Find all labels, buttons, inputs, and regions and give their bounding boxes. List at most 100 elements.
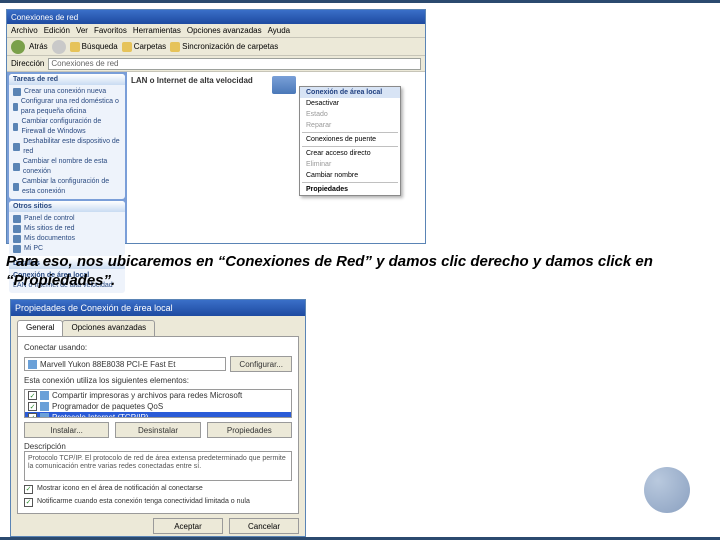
checkbox-icon[interactable]: ✓: [28, 402, 37, 411]
menu-item[interactable]: Herramientas: [133, 26, 181, 35]
decorative-circle: [644, 467, 690, 513]
side-other-label: Panel de control: [24, 214, 75, 224]
context-menu: Conexión de área local Desactivar Estado…: [299, 86, 401, 196]
task-icon: [13, 143, 20, 151]
forward-icon[interactable]: [52, 40, 66, 54]
side-task[interactable]: Deshabilitar este dispositivo de red: [13, 137, 121, 157]
address-field[interactable]: Conexiones de red: [48, 58, 421, 70]
adapter-icon: [28, 360, 37, 369]
side-other-item[interactable]: Mis documentos: [13, 234, 121, 244]
menu-item[interactable]: Archivo: [11, 26, 38, 35]
task-icon: [13, 183, 19, 191]
task-icon: [13, 163, 20, 171]
description-box: Protocolo TCP/IP. El protocolo de red de…: [24, 451, 292, 481]
connect-using-label: Conectar usando:: [24, 343, 292, 352]
address-bar: Dirección Conexiones de red: [7, 56, 425, 72]
instruction-text: Para eso, nos ubicaremos en “Conexiones …: [6, 253, 714, 291]
side-task[interactable]: Crear una conexión nueva: [13, 87, 121, 97]
side-task-label: Cambiar la configuración de esta conexió…: [22, 177, 121, 197]
win1-titlebar: Conexiones de red: [7, 10, 425, 24]
side-task[interactable]: Configurar una red doméstica o para pequ…: [13, 97, 121, 117]
back-icon[interactable]: [11, 40, 25, 54]
address-label: Dirección: [11, 59, 44, 68]
menu-item[interactable]: Ayuda: [268, 26, 291, 35]
folder-icon: [122, 42, 132, 52]
component-icon: [40, 413, 49, 418]
win1-menubar: Archivo Edición Ver Favoritos Herramient…: [7, 24, 425, 38]
ctx-properties[interactable]: Propiedades: [300, 184, 400, 195]
tab-general[interactable]: General: [17, 320, 63, 336]
side-other-item[interactable]: Panel de control: [13, 214, 121, 224]
place-icon: [13, 245, 21, 253]
ctx-separator: [302, 132, 398, 133]
side-task[interactable]: Cambiar la configuración de esta conexió…: [13, 177, 121, 197]
ctx-item[interactable]: Crear acceso directo: [300, 148, 400, 159]
address-value: Conexiones de red: [51, 59, 118, 68]
component-icon: [40, 391, 49, 400]
ctx-item[interactable]: Desactivar: [300, 98, 400, 109]
checkbox-icon[interactable]: ✓: [28, 391, 37, 400]
checkbox-icon[interactable]: ✓: [28, 413, 37, 418]
win1-content: LAN o Internet de alta velocidad Conexió…: [127, 72, 425, 243]
ctx-item[interactable]: Cambiar nombre: [300, 170, 400, 181]
ctx-separator: [302, 146, 398, 147]
side-other: Otros sitios Panel de control Mis sitios…: [9, 201, 125, 256]
search-icon: [70, 42, 80, 52]
checkbox-icon[interactable]: ✓: [24, 485, 33, 494]
list-item[interactable]: ✓ Compartir impresoras y archivos para re…: [25, 390, 291, 401]
search-button[interactable]: Búsqueda: [70, 42, 118, 52]
menu-item[interactable]: Edición: [44, 26, 70, 35]
menu-item[interactable]: Ver: [76, 26, 88, 35]
side-task-label: Crear una conexión nueva: [24, 87, 106, 97]
win1-toolbar: Atrás Búsqueda Carpetas Sincronización d…: [7, 38, 425, 56]
cancel-button[interactable]: Cancelar: [229, 518, 299, 534]
side-task[interactable]: Cambiar configuración de Firewall de Win…: [13, 117, 121, 137]
task-icon: [13, 123, 18, 131]
list-item-label: Programador de paquetes QoS: [52, 402, 163, 411]
list-item-label: Compartir impresoras y archivos para red…: [52, 391, 242, 400]
list-item-selected[interactable]: ✓Protocolo Internet (TCP/IP): [25, 412, 291, 418]
description-heading: Descripción: [24, 442, 292, 451]
ctx-item[interactable]: Reparar: [300, 120, 400, 131]
folders-label: Carpetas: [134, 42, 166, 51]
side-other-hd: Otros sitios: [9, 201, 125, 212]
ctx-title: Conexión de área local: [300, 87, 400, 98]
adapter-name: Marvell Yukon 88E8038 PCI-E Fast Et: [40, 360, 175, 369]
menu-item[interactable]: Favoritos: [94, 26, 127, 35]
sync-icon: [170, 42, 180, 52]
adapter-field: Marvell Yukon 88E8038 PCI-E Fast Et: [24, 357, 226, 371]
ctx-item[interactable]: Conexiones de puente: [300, 134, 400, 145]
configure-button[interactable]: Configurar...: [230, 356, 292, 372]
checkbox-label: Mostrar icono en el área de notificación…: [37, 485, 203, 493]
components-list[interactable]: ✓ Compartir impresoras y archivos para re…: [24, 389, 292, 418]
folders-button[interactable]: Carpetas: [122, 42, 166, 52]
general-panel: Conectar usando: Marvell Yukon 88E8038 P…: [17, 336, 299, 514]
back-label: Atrás: [29, 42, 48, 51]
side-tasks-hd: Tareas de red: [9, 74, 125, 85]
properties-button[interactable]: Propiedades: [207, 422, 292, 438]
search-label: Búsqueda: [82, 42, 118, 51]
properties-dialog: Propiedades de Conexión de área local Ge…: [10, 299, 306, 537]
place-icon: [13, 235, 21, 243]
install-button[interactable]: Instalar...: [24, 422, 109, 438]
list-item[interactable]: ✓ Programador de paquetes QoS: [25, 401, 291, 412]
sync-button[interactable]: Sincronización de carpetas: [170, 42, 278, 52]
ctx-item[interactable]: Estado: [300, 109, 400, 120]
side-tasks: Tareas de red Crear una conexión nueva C…: [9, 74, 125, 199]
notify-checkbox[interactable]: ✓Notificarme cuando esta conexión tenga …: [24, 498, 292, 507]
side-other-item[interactable]: Mis sitios de red: [13, 224, 121, 234]
uses-label: Esta conexión utiliza los siguientes ele…: [24, 376, 292, 385]
ok-button[interactable]: Aceptar: [153, 518, 223, 534]
lan-connection-icon[interactable]: [272, 76, 296, 94]
checkbox-icon[interactable]: ✓: [24, 498, 33, 507]
ctx-item[interactable]: Eliminar: [300, 159, 400, 170]
side-task-label: Cambiar configuración de Firewall de Win…: [21, 117, 121, 137]
task-icon: [13, 103, 18, 111]
place-icon: [13, 225, 21, 233]
uninstall-button[interactable]: Desinstalar: [115, 422, 200, 438]
side-task[interactable]: Cambiar el nombre de esta conexión: [13, 157, 121, 177]
show-icon-checkbox[interactable]: ✓ Mostrar icono en el área de notificació…: [24, 485, 292, 494]
side-other-label: Mis sitios de red: [24, 224, 75, 234]
menu-item[interactable]: Opciones avanzadas: [187, 26, 262, 35]
tab-advanced[interactable]: Opciones avanzadas: [62, 320, 155, 336]
